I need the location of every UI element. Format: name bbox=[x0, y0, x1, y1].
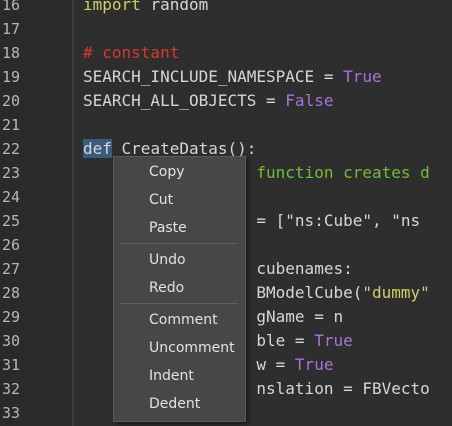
menu-separator bbox=[120, 243, 238, 244]
code-line: 19 SEARCH_INCLUDE_NAMESPACE = True bbox=[0, 65, 452, 89]
menu-item-paste[interactable]: Paste bbox=[114, 215, 245, 241]
line-number: 28 bbox=[2, 284, 21, 302]
line-number: 17 bbox=[2, 20, 21, 38]
code-text[interactable]: import random bbox=[83, 0, 208, 17]
line-number: 19 bbox=[2, 68, 21, 86]
menu-item-undo[interactable]: Undo bbox=[114, 247, 245, 273]
line-number: 20 bbox=[2, 92, 21, 110]
code-token: "dummy" bbox=[362, 283, 430, 302]
line-number: 21 bbox=[2, 116, 21, 134]
line-number: 26 bbox=[2, 236, 21, 254]
code-text[interactable]: SEARCH_ALL_OBJECTS = False bbox=[83, 89, 333, 113]
code-line: 16 import random bbox=[0, 0, 452, 17]
line-number: 24 bbox=[2, 188, 21, 206]
menu-item-dedent[interactable]: Dedent bbox=[114, 391, 245, 417]
code-token: SEARCH_INCLUDE_NAMESPACE = bbox=[83, 67, 344, 86]
line-number: 29 bbox=[2, 308, 21, 326]
line-number: 23 bbox=[2, 164, 21, 182]
context-menu: Copy Cut Paste Undo Redo Comment Uncomme… bbox=[113, 156, 246, 422]
code-token: SEARCH_ALL_OBJECTS = bbox=[83, 91, 286, 110]
line-number: 32 bbox=[2, 380, 21, 398]
code-token: False bbox=[285, 91, 334, 110]
menu-item-comment[interactable]: Comment bbox=[114, 307, 245, 333]
code-text[interactable]: # constant bbox=[83, 41, 179, 65]
line-number: 30 bbox=[2, 332, 21, 350]
code-text[interactable]: SEARCH_INCLUDE_NAMESPACE = True bbox=[83, 65, 382, 89]
code-line: 18 # constant bbox=[0, 41, 452, 65]
code-line: 20 SEARCH_ALL_OBJECTS = False bbox=[0, 89, 452, 113]
menu-item-copy[interactable]: Copy bbox=[114, 159, 245, 185]
code-token: True bbox=[294, 355, 334, 374]
line-number: 31 bbox=[2, 356, 21, 374]
line-number: 16 bbox=[2, 0, 21, 14]
code-token: True bbox=[343, 67, 382, 86]
code-token: True bbox=[314, 331, 353, 350]
selected-keyword: def bbox=[83, 139, 112, 158]
line-number: 33 bbox=[2, 404, 21, 422]
code-token: # constant bbox=[83, 43, 180, 62]
menu-item-indent[interactable]: Indent bbox=[114, 363, 245, 389]
line-number: 25 bbox=[2, 212, 21, 230]
code-line: 21 bbox=[0, 113, 452, 137]
menu-separator bbox=[120, 303, 238, 304]
code-line: 17 bbox=[0, 17, 452, 41]
line-number: 18 bbox=[2, 44, 21, 62]
menu-item-redo[interactable]: Redo bbox=[114, 275, 245, 301]
line-number: 27 bbox=[2, 260, 21, 278]
code-editor[interactable]: 16 import random 17 18 # constant 19 SEARCH_IN… bbox=[0, 0, 452, 426]
code-token: import bbox=[83, 0, 151, 14]
menu-item-cut[interactable]: Cut bbox=[114, 187, 245, 213]
code-token: random bbox=[150, 0, 209, 14]
menu-item-uncomment[interactable]: Uncomment bbox=[114, 335, 245, 361]
line-number: 22 bbox=[2, 140, 21, 158]
